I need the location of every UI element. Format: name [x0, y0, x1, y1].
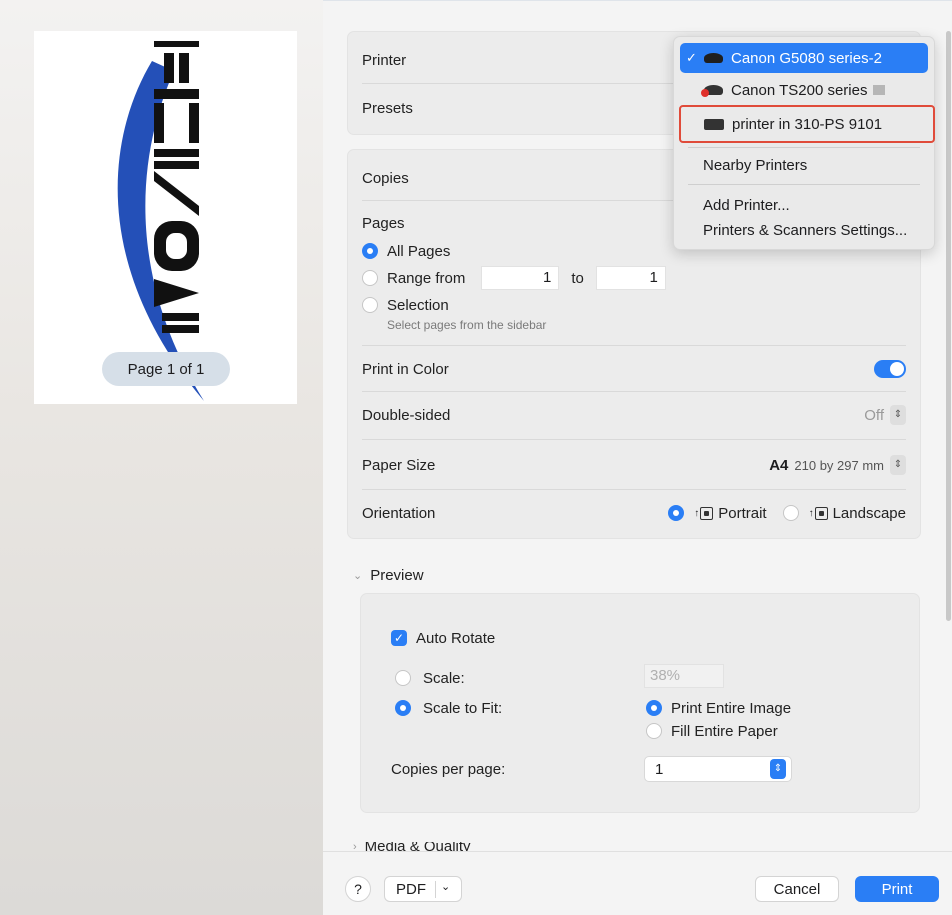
logo-image — [117, 41, 204, 401]
paper-size-label: Paper Size — [362, 456, 436, 474]
print-entire-image-radio[interactable] — [646, 700, 662, 716]
selection-option[interactable]: Selection — [362, 294, 906, 316]
portrait-icon — [700, 506, 714, 520]
checkmark-icon: ✓ — [686, 50, 697, 65]
all-pages-radio[interactable] — [362, 243, 378, 259]
scale-to-fit-label: Scale to Fit: — [423, 699, 503, 717]
menu-item-canon-ts200[interactable]: Canon TS200 series — [680, 75, 928, 105]
menu-item-canon-g5080[interactable]: ✓ Canon G5080 series-2 — [680, 43, 928, 73]
printers-scanners-settings-label: Printers & Scanners Settings... — [703, 221, 908, 239]
double-sided-select[interactable]: Off ⇕ — [864, 405, 906, 425]
orientation-label: Orientation — [362, 504, 436, 522]
menu-item-label: Canon TS200 series — [731, 81, 868, 99]
auto-rotate-option[interactable]: ✓ Auto Rotate — [391, 627, 905, 649]
range-to-label: to — [571, 269, 584, 287]
fill-entire-paper-radio[interactable] — [646, 723, 662, 739]
auto-rotate-label: Auto Rotate — [416, 629, 496, 647]
chevron-down-icon: ⌄ — [441, 881, 451, 893]
scrollbar-thumb[interactable] — [946, 31, 951, 621]
portrait-radio[interactable] — [668, 505, 685, 521]
range-to-field[interactable]: 1 — [595, 266, 666, 290]
selection-hint: Select pages from the sidebar — [387, 318, 547, 332]
printer-icon — [701, 85, 723, 97]
double-sided-label: Double-sided — [362, 406, 451, 424]
fill-entire-paper-option[interactable]: Fill Entire Paper — [646, 719, 905, 743]
nearby-printers-label: Nearby Printers — [703, 156, 808, 174]
portrait-label: Portrait — [718, 504, 767, 522]
menu-item-label: Canon G5080 series-2 — [731, 49, 882, 67]
cancel-button[interactable]: Cancel — [755, 876, 839, 902]
chevron-down-icon: ⌄ — [353, 570, 363, 582]
preview-section-title: Preview — [370, 567, 424, 584]
double-sided-value: Off — [864, 406, 884, 424]
highlight-box — [679, 105, 935, 143]
all-pages-label: All Pages — [387, 242, 451, 260]
printer-icon — [704, 53, 723, 63]
paper-size-dims: 210 by 297 mm — [794, 457, 884, 473]
range-option[interactable]: Range from 1 to 1 — [362, 265, 906, 291]
scale-label: Scale: — [423, 669, 465, 687]
scale-radio[interactable] — [395, 670, 411, 686]
fill-entire-paper-label: Fill Entire Paper — [671, 722, 778, 740]
pdf-button[interactable]: PDF ⌄ — [384, 876, 462, 902]
range-radio[interactable] — [362, 270, 378, 286]
bottom-bar: ? PDF ⌄ Cancel Print — [323, 851, 952, 915]
arrow-up-icon: ↑ — [694, 507, 700, 519]
scrollbar[interactable] — [944, 31, 952, 621]
status-dot — [701, 89, 709, 97]
print-entire-image-label: Print Entire Image — [671, 699, 792, 717]
landscape-label: Landscape — [832, 504, 906, 522]
selection-label: Selection — [387, 296, 449, 314]
print-in-color-toggle[interactable] — [874, 360, 906, 378]
scale-to-fit-radio[interactable] — [395, 700, 411, 716]
selection-radio[interactable] — [362, 297, 378, 313]
print-in-color-label: Print in Color — [362, 360, 449, 378]
presets-label: Presets — [362, 99, 413, 117]
page-thumbnail[interactable] — [34, 31, 297, 404]
preview-section-header[interactable]: ⌄ Preview — [353, 567, 424, 584]
copies-label: Copies — [362, 169, 409, 187]
arrow-up-icon: ↑ — [808, 507, 814, 519]
printer-label: Printer — [362, 51, 407, 69]
orientation-options: ↑ Portrait ↑ Landscape — [668, 505, 906, 522]
landscape-radio[interactable] — [782, 505, 799, 521]
checkmark-icon[interactable]: ✓ — [391, 630, 407, 646]
copies-per-page-select[interactable]: 1 ⇕ — [644, 756, 792, 782]
redacted-mark — [873, 85, 886, 95]
updown-icon: ⇕ — [770, 759, 786, 779]
page-indicator: Page 1 of 1 — [102, 352, 230, 386]
print-entire-image-option[interactable]: Print Entire Image — [646, 696, 905, 720]
menu-item-printers-scanners-settings[interactable]: Printers & Scanners Settings... — [680, 215, 928, 245]
landscape-icon — [814, 506, 828, 520]
pdf-divider — [435, 881, 436, 898]
preview-sidebar: Page 1 of 1 — [0, 0, 323, 915]
print-button[interactable]: Print — [855, 876, 939, 902]
updown-icon: ⇕ — [890, 455, 906, 475]
menu-item-nearby-printers[interactable]: Nearby Printers — [680, 150, 928, 180]
range-from-label: Range from — [387, 269, 466, 287]
pages-label: Pages — [362, 214, 405, 232]
copies-per-page-value: 1 — [655, 760, 664, 778]
paper-size-select[interactable]: A4 210 by 297 mm ⇕ — [769, 455, 906, 475]
help-button[interactable]: ? — [345, 876, 371, 902]
copies-per-page-label: Copies per page: — [391, 760, 506, 778]
pdf-label: PDF — [396, 880, 426, 898]
preview-card: ✓ Auto Rotate Scale: 38% Scale to Fit: P… — [360, 593, 920, 813]
updown-icon: ⇕ — [890, 405, 906, 425]
printer-dropdown-menu: ✓ Canon G5080 series-2 Canon TS200 serie… — [673, 36, 935, 250]
range-from-field[interactable]: 1 — [481, 266, 560, 290]
add-printer-label: Add Printer... — [703, 196, 790, 214]
paper-size-value: A4 — [769, 456, 789, 474]
scale-field[interactable]: 38% — [644, 664, 724, 688]
